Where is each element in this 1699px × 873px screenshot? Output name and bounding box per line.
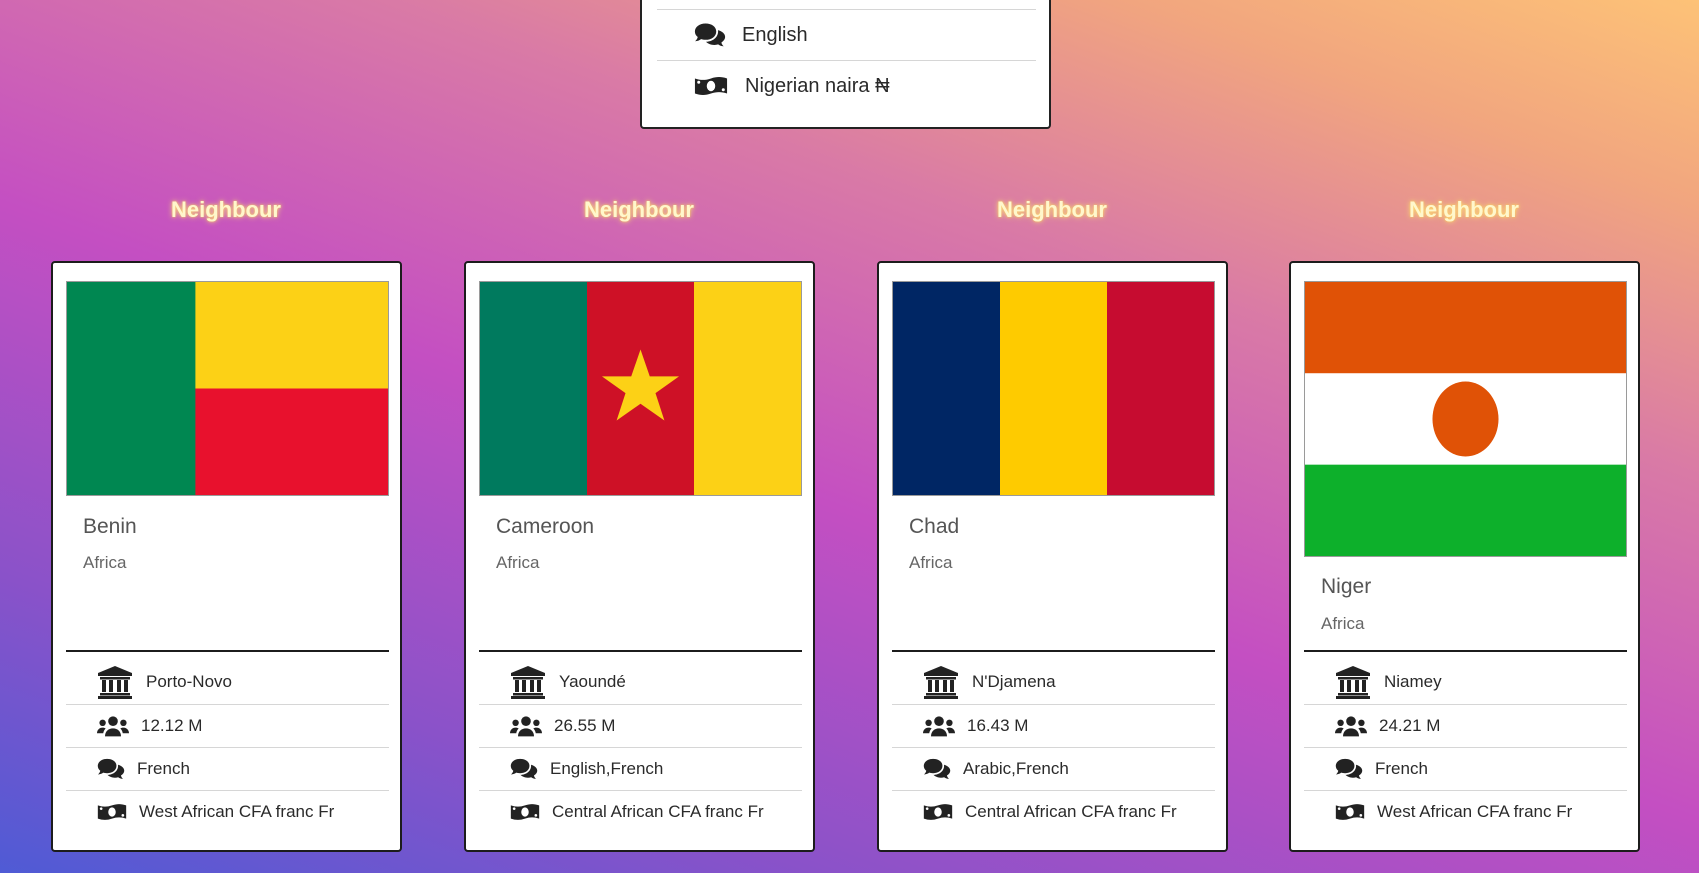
flag-chad (892, 281, 1215, 496)
currency-row: Central African CFA franc Fr (479, 790, 802, 833)
population-icon (1335, 715, 1367, 737)
currency-icon (923, 801, 953, 823)
capital-value: Porto-Novo (146, 671, 232, 691)
population-row: 24.21 M (1304, 704, 1627, 747)
flag-benin (66, 281, 389, 496)
country-name: Cameroon (496, 515, 595, 538)
population-icon (923, 715, 955, 737)
currency-icon (694, 74, 728, 98)
currency-row: West African CFA franc Fr (1304, 790, 1627, 833)
capital-row: N'Djamena (892, 660, 1215, 703)
language-icon (694, 22, 728, 48)
country-region: Africa (83, 553, 127, 572)
language-icon (1335, 758, 1363, 780)
neighbour-card-cameroon[interactable]: Cameroon Africa Yaoundé 26.55 M English,… (464, 261, 815, 852)
capital-row: Niamey (1304, 660, 1627, 703)
flag-cameroon (479, 281, 802, 496)
neighbour-heading: Neighbour (1409, 197, 1519, 222)
country-name: Benin (83, 515, 137, 538)
country-region: Africa (496, 553, 540, 572)
language-icon (97, 758, 125, 780)
population-icon (510, 715, 542, 737)
divider (479, 650, 802, 652)
population-icon (97, 715, 129, 737)
capital-row: Porto-Novo (66, 660, 389, 703)
population-value: 26.55 M (554, 716, 616, 735)
currency-icon (97, 801, 127, 823)
main-country-card: English Nigerian naira ₦ (640, 0, 1051, 129)
language-row: English (657, 9, 1036, 60)
currency-row: West African CFA franc Fr (66, 790, 389, 833)
language-icon (510, 758, 538, 780)
currency-value: Central African CFA franc Fr (552, 802, 764, 821)
language-icon (923, 758, 951, 780)
neighbour-card-niger[interactable]: Niger Africa Niamey 24.21 M French West … (1289, 261, 1640, 852)
capital-value: N'Djamena (972, 671, 1056, 691)
neighbour-heading: Neighbour (584, 197, 694, 222)
capital-icon (923, 665, 959, 699)
capital-icon (97, 665, 133, 699)
language-row: English,French (479, 747, 802, 790)
divider (892, 650, 1215, 652)
neighbour-card-chad[interactable]: Chad Africa N'Djamena 16.43 M Arabic,Fre… (877, 261, 1228, 852)
population-value: 16.43 M (967, 716, 1029, 735)
currency-value: Nigerian naira ₦ (745, 74, 890, 97)
language-row: Arabic,French (892, 747, 1215, 790)
currency-icon (510, 801, 540, 823)
currency-row: Central African CFA franc Fr (892, 790, 1215, 833)
capital-value: Yaoundé (559, 671, 626, 691)
capital-icon (510, 665, 546, 699)
country-name: Chad (909, 515, 960, 538)
population-row: 12.12 M (66, 704, 389, 747)
country-region: Africa (1321, 614, 1365, 633)
language-value: French (137, 759, 190, 778)
currency-value: Central African CFA franc Fr (965, 802, 1177, 821)
population-value: 12.12 M (141, 716, 203, 735)
divider (1304, 650, 1627, 652)
language-row: French (1304, 747, 1627, 790)
population-row: 16.43 M (892, 704, 1215, 747)
neighbour-card-benin[interactable]: Benin Africa Porto-Novo 12.12 M French W… (51, 261, 402, 852)
currency-value: West African CFA franc Fr (1377, 802, 1573, 821)
currency-value: West African CFA franc Fr (139, 802, 335, 821)
currency-icon (1335, 801, 1365, 823)
language-value: English,French (550, 759, 664, 778)
population-value: 24.21 M (1379, 716, 1441, 735)
neighbour-heading: Neighbour (997, 197, 1107, 222)
language-value: French (1375, 759, 1428, 778)
currency-row: Nigerian naira ₦ (657, 60, 1036, 111)
language-value: English (742, 23, 808, 46)
capital-row: Yaoundé (479, 660, 802, 703)
neighbour-heading: Neighbour (171, 197, 281, 222)
language-row: French (66, 747, 389, 790)
divider (66, 650, 389, 652)
language-value: Arabic,French (963, 759, 1069, 778)
capital-icon (1335, 665, 1371, 699)
flag-niger (1304, 281, 1627, 557)
country-region: Africa (909, 553, 953, 572)
population-row: 26.55 M (479, 704, 802, 747)
capital-value: Niamey (1384, 671, 1442, 691)
country-name: Niger (1321, 575, 1372, 598)
